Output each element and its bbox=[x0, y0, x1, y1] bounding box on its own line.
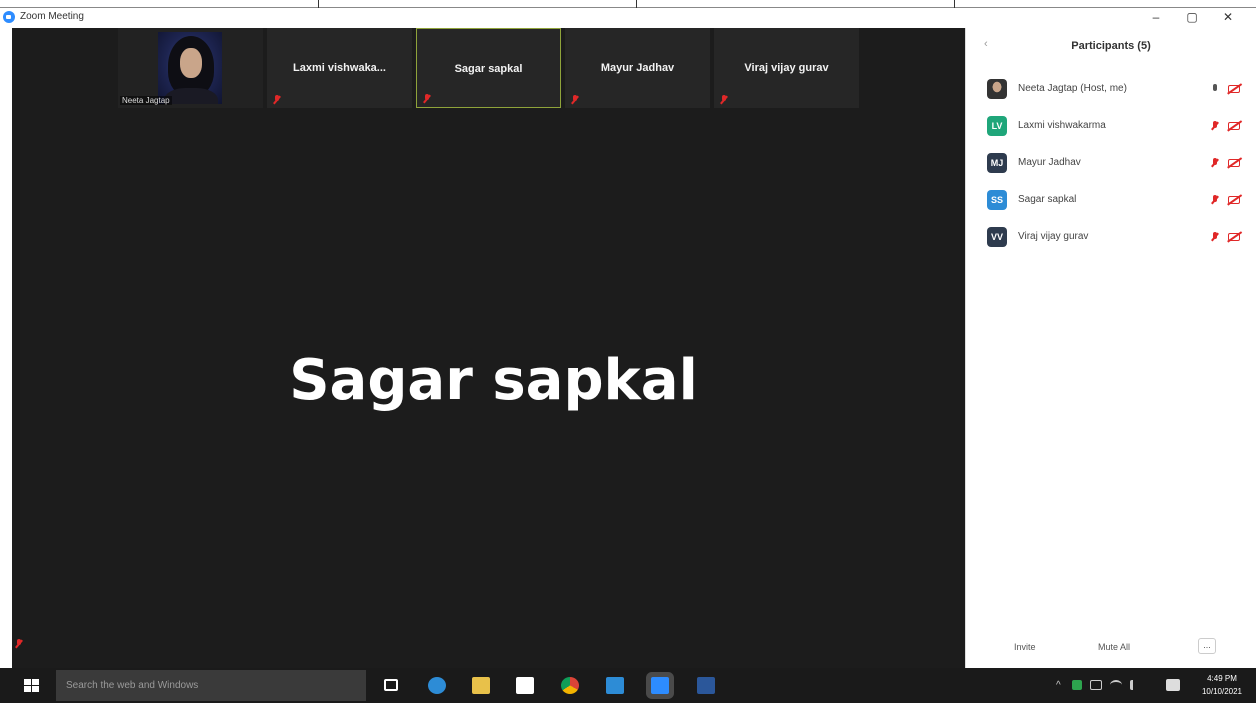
thumbnail-laxmi[interactable]: Laxmi vishwaka... bbox=[267, 28, 412, 108]
tray-expand-icon[interactable]: ^ bbox=[1056, 680, 1061, 691]
participant-name: Viraj vijay gurav bbox=[1018, 231, 1089, 242]
muted-mic-icon bbox=[15, 639, 23, 648]
participants-title: Participants (5) bbox=[1071, 40, 1151, 52]
participant-name: Mayur Jadhav bbox=[1018, 157, 1081, 168]
close-button[interactable]: ✕ bbox=[1210, 8, 1246, 28]
muted-mic-icon[interactable] bbox=[1211, 232, 1219, 242]
active-speaker-name: Sagar sapkal bbox=[289, 348, 698, 413]
window-title: Zoom Meeting bbox=[20, 11, 84, 22]
thumbnail-name: Sagar sapkal bbox=[454, 63, 523, 75]
participant-row[interactable]: LV Laxmi vishwakarma bbox=[966, 109, 1256, 146]
video-off-icon bbox=[1228, 122, 1240, 130]
mute-all-button[interactable]: Mute All bbox=[1090, 638, 1138, 656]
participant-avatar: LV bbox=[987, 116, 1007, 136]
video-off-icon bbox=[1228, 85, 1240, 93]
thumbnail-viraj[interactable]: Viraj vijay gurav bbox=[714, 28, 859, 108]
invite-button[interactable]: Invite bbox=[1006, 638, 1044, 656]
thumbnail-mayur[interactable]: Mayur Jadhav bbox=[565, 28, 710, 108]
participant-name: Neeta Jagtap (Host, me) bbox=[1018, 83, 1127, 94]
thumbnail-name: Neeta Jagtap bbox=[120, 96, 172, 105]
search-placeholder: Search the web and Windows bbox=[66, 680, 199, 691]
participant-avatar bbox=[987, 79, 1007, 99]
video-off-icon bbox=[1228, 159, 1240, 167]
clock-date: 10/10/2021 bbox=[1201, 687, 1242, 696]
muted-mic-icon[interactable] bbox=[1211, 158, 1219, 168]
edge-icon[interactable] bbox=[428, 677, 446, 694]
muted-mic-icon bbox=[423, 94, 431, 103]
participant-avatar: SS bbox=[987, 190, 1007, 210]
participant-name: Laxmi vishwakarma bbox=[1018, 120, 1106, 131]
notification-icon[interactable] bbox=[1166, 679, 1180, 691]
minimize-button[interactable]: – bbox=[1138, 8, 1174, 28]
participants-panel: ‹ Participants (5) Neeta Jagtap (Host, m… bbox=[965, 28, 1256, 668]
battery-icon[interactable] bbox=[1090, 680, 1102, 690]
participant-row[interactable]: VV Viraj vijay gurav bbox=[966, 220, 1256, 257]
muted-mic-icon[interactable] bbox=[1211, 121, 1219, 131]
participant-row[interactable]: MJ Mayur Jadhav bbox=[966, 146, 1256, 183]
tray-app-icon[interactable] bbox=[1072, 680, 1082, 690]
taskbar-search-input[interactable]: Search the web and Windows bbox=[56, 670, 366, 701]
thumbnail-sagar[interactable]: Sagar sapkal bbox=[416, 28, 561, 108]
participant-row[interactable]: SS Sagar sapkal bbox=[966, 183, 1256, 220]
participants-list: Neeta Jagtap (Host, me) LV Laxmi vishwak… bbox=[966, 72, 1256, 257]
wifi-icon[interactable] bbox=[1110, 680, 1122, 690]
chrome-icon[interactable] bbox=[561, 677, 579, 694]
maximize-button[interactable]: ▢ bbox=[1174, 8, 1210, 28]
task-view-icon[interactable] bbox=[384, 679, 398, 691]
participant-avatar: VV bbox=[987, 227, 1007, 247]
participant-photo bbox=[158, 32, 222, 104]
participant-avatar: MJ bbox=[987, 153, 1007, 173]
clock-time: 4:49 PM bbox=[1207, 674, 1237, 683]
mail-icon[interactable] bbox=[606, 677, 624, 694]
taskbar-clock[interactable]: 4:49 PM 10/10/2021 bbox=[1202, 672, 1242, 698]
window-titlebar: Zoom Meeting – ▢ ✕ bbox=[0, 8, 1256, 28]
file-explorer-icon[interactable] bbox=[472, 677, 490, 694]
volume-icon[interactable] bbox=[1130, 680, 1141, 690]
participant-name: Sagar sapkal bbox=[1018, 194, 1077, 205]
video-off-icon bbox=[1228, 233, 1240, 241]
thumbnail-name: Mayur Jadhav bbox=[600, 62, 675, 74]
word-icon[interactable] bbox=[697, 677, 715, 694]
more-options-button[interactable]: ... bbox=[1198, 638, 1216, 654]
thumbnail-name: Viraj vijay gurav bbox=[744, 62, 829, 74]
muted-mic-icon bbox=[273, 95, 281, 104]
windows-taskbar: Search the web and Windows ^ 4:49 PM 10/… bbox=[0, 668, 1256, 703]
windows-start-icon[interactable] bbox=[24, 679, 39, 693]
muted-mic-icon[interactable] bbox=[1211, 195, 1219, 205]
participant-row[interactable]: Neeta Jagtap (Host, me) bbox=[966, 72, 1256, 109]
zoom-logo-icon bbox=[3, 11, 15, 23]
store-icon[interactable] bbox=[516, 677, 534, 694]
zoom-icon[interactable] bbox=[651, 677, 669, 694]
muted-mic-icon bbox=[720, 95, 728, 104]
top-screen-strip bbox=[0, 0, 1256, 8]
thumbnail-neeta-jagtap[interactable]: Neeta Jagtap bbox=[118, 28, 263, 108]
muted-mic-icon bbox=[571, 95, 579, 104]
thumbnail-name: Laxmi vishwaka... bbox=[293, 62, 386, 74]
meeting-video-area[interactable]: Neeta Jagtap Laxmi vishwaka... Sagar sap… bbox=[12, 28, 965, 668]
video-off-icon bbox=[1228, 196, 1240, 204]
mic-icon[interactable] bbox=[1211, 84, 1219, 94]
